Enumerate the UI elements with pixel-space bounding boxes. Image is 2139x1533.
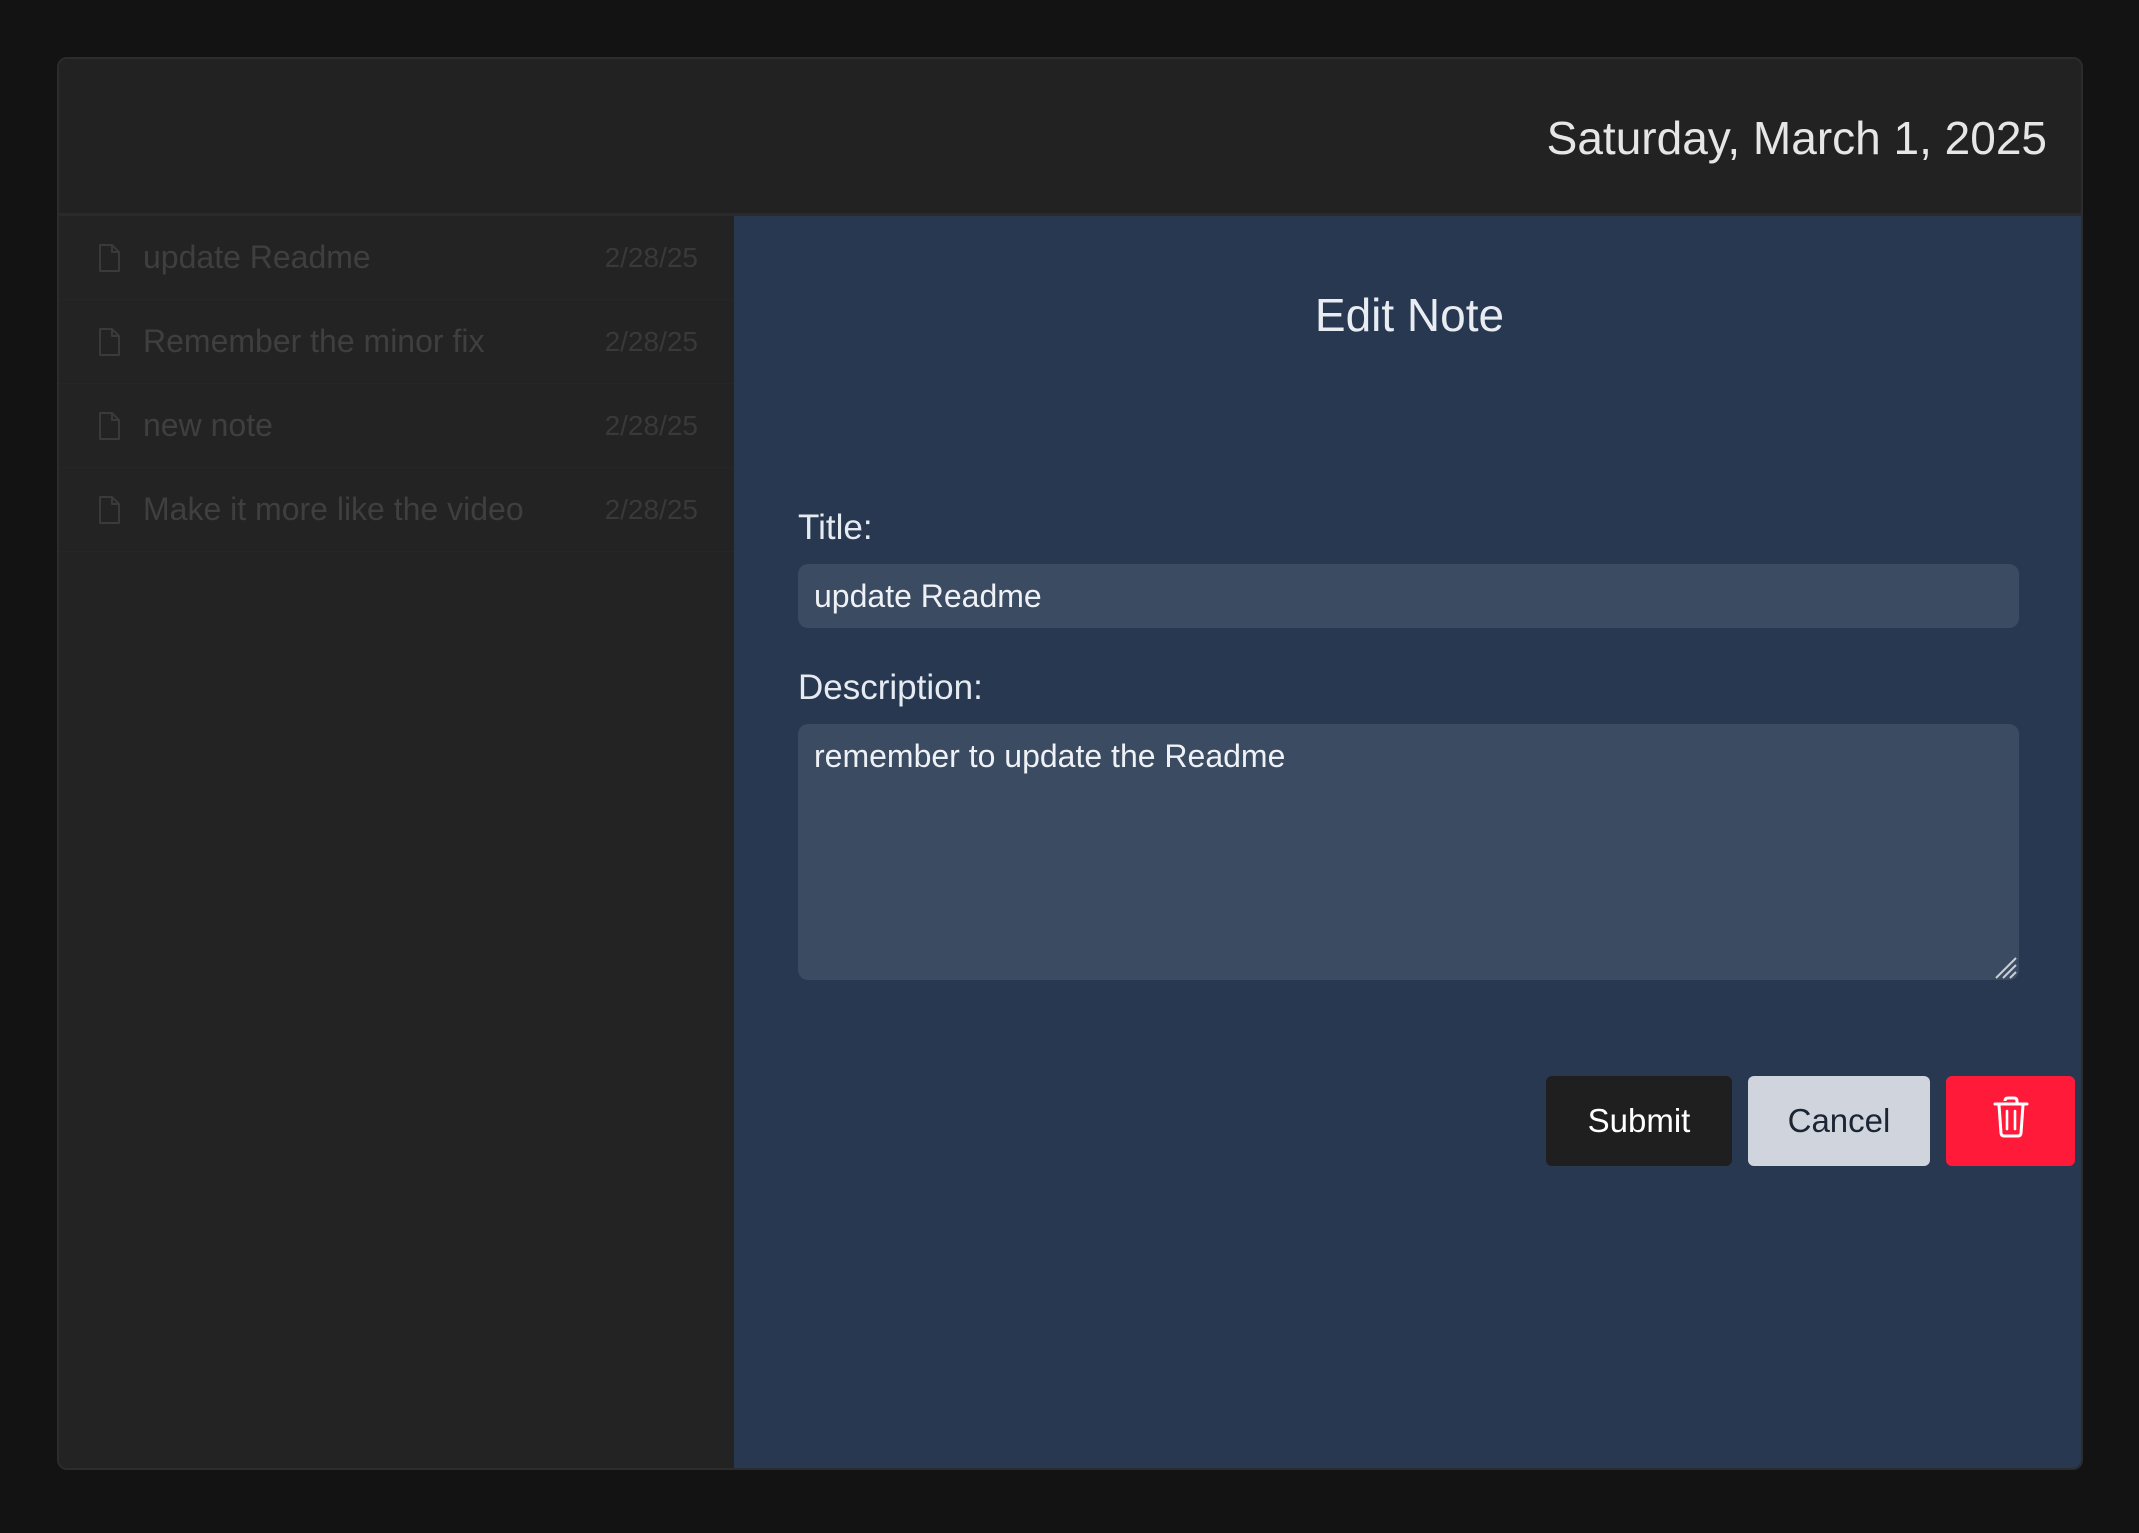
editor-heading: Edit Note xyxy=(1314,289,1505,341)
edit-note-panel: Edit Note Title: Description: remember t… xyxy=(734,216,2081,1468)
delete-button[interactable] xyxy=(1946,1076,2075,1166)
app-window: Saturday, March 1, 2025 update Readme 2/… xyxy=(57,57,2083,1470)
note-date: 2/28/25 xyxy=(604,325,698,357)
current-date: Saturday, March 1, 2025 xyxy=(1546,112,2047,164)
description-label: Description: xyxy=(798,668,983,707)
trash-icon xyxy=(1993,1096,2029,1146)
cancel-button[interactable]: Cancel xyxy=(1748,1076,1930,1166)
note-title: new note xyxy=(143,407,273,443)
file-icon xyxy=(97,495,121,524)
note-title: update Readme xyxy=(143,239,371,275)
title-label: Title: xyxy=(798,508,873,547)
note-date: 2/28/25 xyxy=(604,241,698,273)
notes-sidebar: update Readme 2/28/25 Remember the minor… xyxy=(59,216,734,1468)
note-title: Make it more like the video xyxy=(143,491,524,527)
note-list-item[interactable]: new note 2/28/25 xyxy=(59,384,734,468)
file-icon xyxy=(97,327,121,356)
note-list-item[interactable]: Make it more like the video 2/28/25 xyxy=(59,468,734,552)
file-icon xyxy=(97,411,121,440)
note-date: 2/28/25 xyxy=(604,409,698,441)
resize-handle-icon[interactable] xyxy=(1992,954,2018,980)
note-list-item[interactable]: Remember the minor fix 2/28/25 xyxy=(59,300,734,384)
title-input[interactable] xyxy=(798,564,2019,628)
note-title: Remember the minor fix xyxy=(143,323,485,359)
description-textarea[interactable]: remember to update the Readme xyxy=(798,724,2019,980)
file-icon xyxy=(97,243,121,272)
submit-button[interactable]: Submit xyxy=(1546,1076,1732,1166)
note-list-item[interactable]: update Readme 2/28/25 xyxy=(59,216,734,300)
header: Saturday, March 1, 2025 xyxy=(59,59,2081,216)
note-date: 2/28/25 xyxy=(604,493,698,525)
